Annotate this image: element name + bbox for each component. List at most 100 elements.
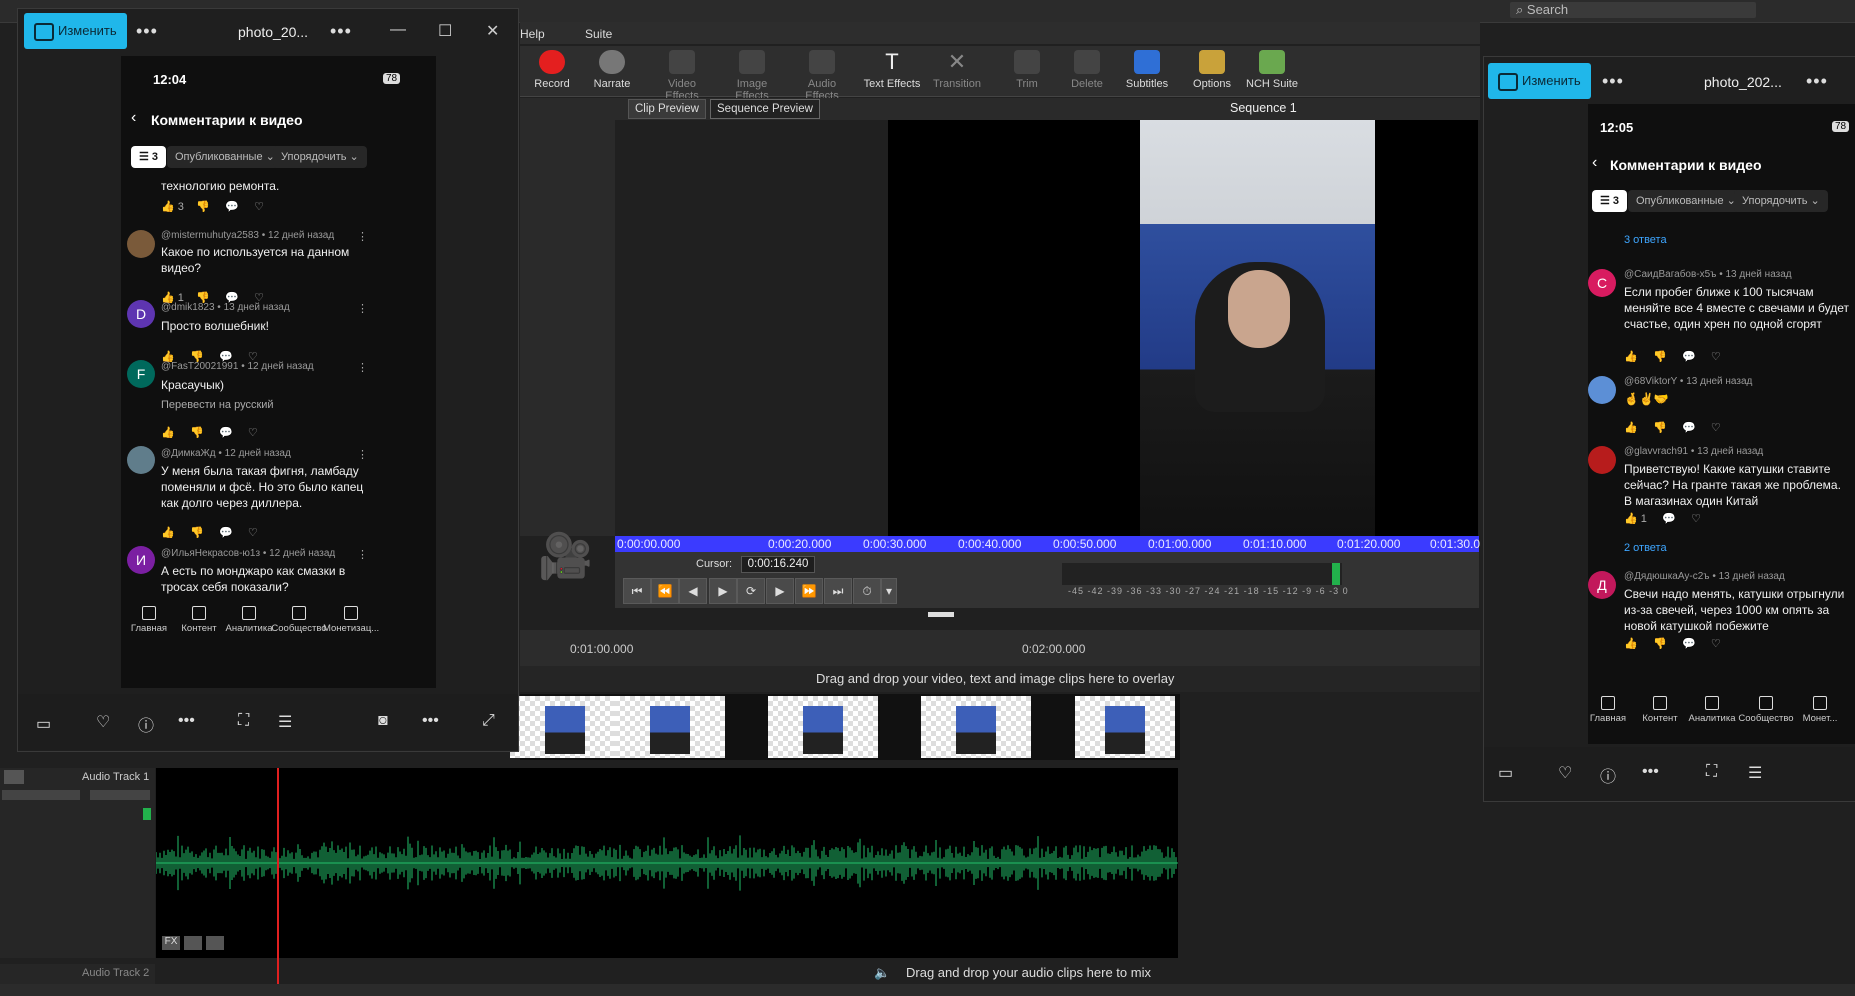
comment-actions[interactable]: 👍 👎 💬 ♡ [1624, 421, 1721, 434]
image-effects-button[interactable]: Image Effects [720, 50, 784, 102]
comment-menu-icon[interactable]: ⋮ [357, 302, 368, 315]
favorite-icon[interactable]: ♡ [1558, 763, 1572, 783]
step-forward-button[interactable]: ▶ [766, 578, 794, 604]
timeline-ruler[interactable]: 0:01:00.000 0:02:00.000 [520, 630, 1480, 666]
close-icon[interactable]: ✕ [486, 21, 499, 41]
more-icon[interactable]: ••• [1806, 71, 1828, 92]
info-icon[interactable]: ⓘ [1600, 763, 1616, 787]
sort-chip[interactable]: Упорядочить ⌄ [1734, 190, 1828, 212]
trim-button[interactable]: Trim [995, 50, 1059, 90]
go-end-button[interactable]: ⏭ [824, 578, 852, 604]
nav-community[interactable]: Сообщество [1738, 696, 1794, 724]
fullscreen-icon[interactable]: ⤢ [482, 712, 495, 730]
pan-slider[interactable] [90, 790, 150, 800]
info-icon[interactable]: ⓘ [138, 712, 154, 736]
video-clip[interactable] [615, 696, 725, 758]
text-scan-icon[interactable]: ☰ [278, 712, 292, 732]
screenshot-icon[interactable]: ◙ [378, 712, 388, 730]
more-icon[interactable]: ••• [1642, 763, 1659, 781]
loop-button[interactable]: ⟳ [737, 578, 765, 604]
text-scan-icon[interactable]: ☰ [1748, 763, 1762, 783]
prev-frame-button[interactable]: ⏪ [651, 578, 679, 604]
mute-icon[interactable] [184, 936, 202, 950]
narrate-button[interactable]: Narrate [580, 50, 644, 90]
nav-analytics[interactable]: Аналитика [1684, 696, 1740, 724]
delete-button[interactable]: Delete [1055, 50, 1119, 90]
minimize-icon[interactable]: — [390, 21, 406, 39]
published-chip[interactable]: Опубликованные ⌄ [167, 146, 283, 168]
playhead[interactable] [277, 768, 279, 996]
menu-help[interactable]: Help [520, 27, 545, 41]
nav-monetization[interactable]: Монетизац... [323, 606, 379, 634]
transition-button[interactable]: ✕ Transition [925, 50, 989, 91]
more-icon[interactable]: ••• [1602, 71, 1624, 92]
preview-time-ruler[interactable]: 0:00:00.000 0:00:20.000 0:00:30.000 0:00… [615, 536, 1480, 552]
nav-community[interactable]: Сообщество [271, 606, 327, 634]
back-arrow-icon[interactable]: ‹ [1592, 154, 1597, 172]
crop-icon[interactable]: ⛶ [1706, 763, 1717, 781]
next-frame-button[interactable]: ⏩ [795, 578, 823, 604]
audio-track-1[interactable]: FX [156, 768, 1178, 958]
audio-drop-zone[interactable]: 🔈 Drag and drop your audio clips here to… [520, 962, 1480, 984]
comment-actions[interactable]: 👍 👎 💬 ♡ [161, 426, 258, 439]
nav-home[interactable]: Главная [121, 606, 177, 634]
speed-dropdown[interactable]: ▾ [881, 578, 897, 604]
video-clip[interactable] [510, 696, 620, 758]
nav-monetization[interactable]: Монет... [1792, 696, 1848, 724]
record-button[interactable]: Record [520, 50, 584, 90]
replies-link[interactable]: 3 ответа [1624, 234, 1667, 246]
maximize-icon[interactable]: ☐ [438, 21, 452, 41]
crop-icon[interactable]: ⛶ [238, 712, 249, 730]
published-chip[interactable]: Опубликованные ⌄ [1628, 190, 1744, 212]
comment-menu-icon[interactable]: ⋮ [357, 548, 368, 561]
video-clip[interactable] [768, 696, 878, 758]
audio-effects-button[interactable]: Audio Effects [790, 50, 854, 102]
favorite-icon[interactable]: ♡ [96, 712, 110, 732]
step-back-button[interactable]: ◀ [679, 578, 707, 604]
options-button[interactable]: Options [1180, 50, 1244, 90]
volume-slider[interactable] [2, 790, 80, 800]
comment-actions[interactable]: 👍 👎 💬 ♡ [1624, 350, 1721, 363]
text-effects-button[interactable]: T Text Effects [860, 50, 924, 91]
speed-button[interactable]: ⏱ [853, 578, 881, 604]
filter-chip[interactable]: ☰ 3 [131, 146, 167, 168]
filmstrip-icon[interactable]: ▭ [36, 714, 51, 734]
splitter-handle[interactable] [928, 612, 954, 617]
more-icon[interactable]: ••• [178, 712, 195, 730]
cursor-value[interactable]: 0:00:16.240 [741, 556, 815, 573]
menu-suite[interactable]: Suite [585, 27, 612, 41]
speaker-icon[interactable] [4, 770, 24, 784]
nav-home[interactable]: Главная [1580, 696, 1636, 724]
sort-chip[interactable]: Упорядочить ⌄ [273, 146, 367, 168]
comment-actions[interactable]: 👍 👎 💬 ♡ [161, 526, 258, 539]
comment-actions[interactable]: 👍 1 💬 ♡ [1624, 512, 1701, 525]
nav-content[interactable]: Контент [171, 606, 227, 634]
tab-sequence-preview[interactable]: Sequence Preview [710, 99, 820, 119]
video-clip[interactable] [1075, 696, 1175, 758]
filmstrip-icon[interactable]: ▭ [1498, 763, 1513, 783]
comment-actions[interactable]: 👍 👎 💬 ♡ [1624, 637, 1721, 650]
search-box[interactable]: ⌕ Search [1510, 2, 1756, 18]
nav-analytics[interactable]: Аналитика [221, 606, 277, 634]
play-button[interactable]: ▶ [709, 578, 737, 604]
more-icon[interactable]: ••• [330, 21, 352, 42]
tab-clip-preview[interactable]: Clip Preview [628, 99, 706, 119]
go-start-button[interactable]: ⏮ [623, 578, 651, 604]
comment-menu-icon[interactable]: ⋮ [357, 448, 368, 461]
more-icon[interactable]: ••• [422, 712, 439, 730]
comment-actions[interactable]: 👍 3 👎 💬 ♡ [161, 200, 264, 213]
fx-button[interactable]: FX [162, 936, 180, 950]
link-icon[interactable] [206, 936, 224, 950]
back-arrow-icon[interactable]: ‹ [131, 109, 136, 127]
comment-menu-icon[interactable]: ⋮ [357, 361, 368, 374]
more-icon[interactable]: ••• [136, 21, 158, 42]
video-clip[interactable] [921, 696, 1031, 758]
comment-menu-icon[interactable]: ⋮ [357, 230, 368, 243]
subtitles-button[interactable]: Subtitles [1115, 50, 1179, 90]
video-effects-button[interactable]: Video Effects [650, 50, 714, 102]
filter-chip[interactable]: ☰ 3 [1592, 190, 1628, 212]
replies-link[interactable]: 2 ответа [1624, 542, 1667, 554]
edit-button[interactable]: Изменить [1488, 63, 1591, 99]
edit-button[interactable]: Изменить [24, 13, 127, 49]
nch-suite-button[interactable]: NCH Suite [1240, 50, 1304, 90]
